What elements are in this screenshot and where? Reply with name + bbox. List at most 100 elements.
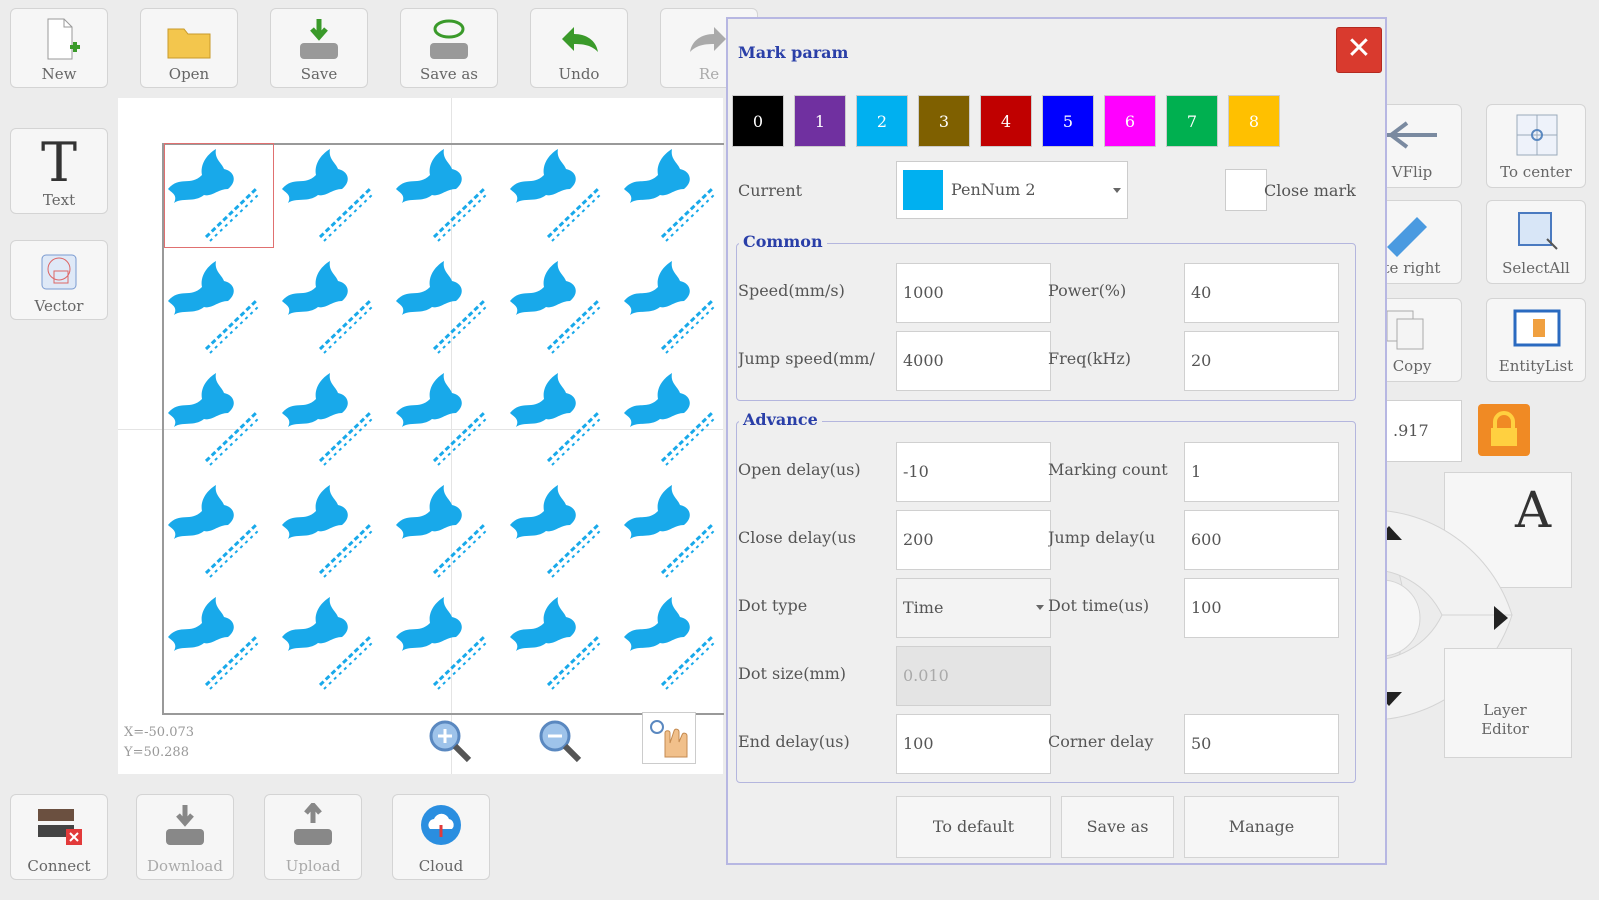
save-as-icon [430,19,468,59]
pen-swatch-6[interactable]: 6 [1104,95,1156,147]
dot-size-label: Dot size(mm) [738,664,847,683]
cloud-label: Cloud [418,857,464,875]
power-label: Power(%) [1048,281,1127,300]
vector-tool-label: Vector [34,297,84,315]
dot-size-input[interactable]: 0.010 [896,646,1051,706]
vector-icon [41,254,77,290]
save-icon [300,19,338,59]
save-as-param-button[interactable]: Save as [1061,796,1174,858]
manage-button[interactable]: Manage [1184,796,1339,858]
zoom-out-icon[interactable] [535,716,585,766]
jump-speed-input[interactable]: 4000 [896,331,1051,391]
dot-type-label: Dot type [738,596,808,615]
jump-delay-input[interactable]: 600 [1184,510,1339,570]
undo-button[interactable]: Undo [530,8,628,88]
pen-swatch-7[interactable]: 7 [1166,95,1218,147]
end-delay-input[interactable]: 100 [896,714,1051,774]
new-button[interactable]: New [10,8,108,88]
pen-swatch-2[interactable]: 2 [856,95,908,147]
pattern-row [166,259,718,355]
end-delay-label: End delay(us) [738,732,850,751]
download-button[interactable]: Download [136,794,234,880]
chevron-down-icon [1113,188,1121,193]
pen-swatch-0[interactable]: 0 [732,95,784,147]
connect-label: Connect [27,857,91,875]
coord-y: Y=50.288 [124,745,189,760]
text-icon: T [40,131,78,194]
upload-button[interactable]: Upload [264,794,362,880]
pen-swatch-8[interactable]: 8 [1228,95,1280,147]
marking-count-input[interactable]: 1 [1184,442,1339,502]
freq-input[interactable]: 20 [1184,331,1339,391]
open-button[interactable]: Open [140,8,238,88]
hand-icon [650,720,688,758]
pen-swatch-4[interactable]: 4 [980,95,1032,147]
to-center-button[interactable]: To center [1486,104,1586,188]
open-label: Open [168,65,210,83]
corner-delay-input[interactable]: 50 [1184,714,1339,774]
open-delay-input[interactable]: -10 [896,442,1051,502]
pen-swatch-3[interactable]: 3 [918,95,970,147]
download-icon [166,805,204,845]
download-label: Download [147,857,223,875]
connect-button[interactable]: Connect [10,794,108,880]
close-delay-label: Close delay(us [738,528,856,547]
freq-label: Freq(kHz) [1048,349,1132,368]
pattern-row [166,595,718,691]
select-all-icon [1518,212,1558,250]
jump-speed-label: Jump speed(mm/ [738,349,875,368]
power-input[interactable]: 40 [1184,263,1339,323]
speed-label: Speed(mm/s) [738,281,845,300]
layer-editor-button[interactable]: Layer Editor [1444,648,1572,758]
cloud-icon [421,805,461,845]
entity-list-button[interactable]: EntityList [1486,298,1586,382]
to-default-button[interactable]: To default [896,796,1051,858]
select-all-button[interactable]: SelectAll [1486,200,1586,284]
text-tool-button[interactable]: T Text [10,128,108,214]
pattern-row [166,483,718,579]
save-as-label: Save as [420,65,478,83]
current-label: Current [738,181,803,200]
pattern-row [166,147,718,243]
dialog-title: Mark param [738,43,849,62]
lock-icon [1491,411,1517,446]
save-label: Save [300,65,338,83]
right-arrow-icon[interactable] [1494,606,1508,630]
entity-list-label: EntityList [1498,357,1574,375]
undo-label: Undo [558,65,600,83]
close-icon[interactable]: ✕ [1336,27,1382,73]
vector-tool-button[interactable]: Vector [10,240,108,320]
pen-swatch-1[interactable]: 1 [794,95,846,147]
dot-type-select[interactable]: Time [896,578,1051,638]
pan-hand-button[interactable] [642,712,696,764]
mark-param-dialog: Mark param ✕ 012345678 Current PenNum 2 … [726,17,1387,865]
select-all-label: SelectAll [1502,259,1570,277]
layer-editor-label: Layer Editor [1481,701,1529,738]
advance-group-title: Advance [739,410,822,429]
close-delay-input[interactable]: 200 [896,510,1051,570]
to-center-label: To center [1500,163,1572,181]
zoom-in-icon[interactable] [425,716,475,766]
lock-button[interactable] [1478,404,1530,456]
flip-icon [1387,121,1437,149]
entity-list-icon [1513,309,1561,347]
pattern-grid [166,147,718,691]
upload-icon [294,803,332,845]
speed-input[interactable]: 1000 [896,263,1051,323]
undo-icon [562,27,598,52]
new-file-icon [47,18,80,60]
jump-delay-label: Jump delay(u [1048,528,1156,547]
pen-swatch-5[interactable]: 5 [1042,95,1094,147]
save-button[interactable]: Save [270,8,368,88]
new-label: New [41,65,77,83]
upload-label: Upload [285,857,341,875]
cloud-button[interactable]: Cloud [392,794,490,880]
save-as-button[interactable]: Save as [400,8,498,88]
dot-time-input[interactable]: 100 [1184,578,1339,638]
pattern-row [166,371,718,467]
close-mark-label: Close mark [1264,181,1356,200]
current-pen-select[interactable]: PenNum 2 [896,161,1128,219]
dot-time-label: Dot time(us) [1048,596,1150,615]
close-mark-checkbox[interactable] [1225,169,1267,211]
center-icon [1516,114,1558,156]
